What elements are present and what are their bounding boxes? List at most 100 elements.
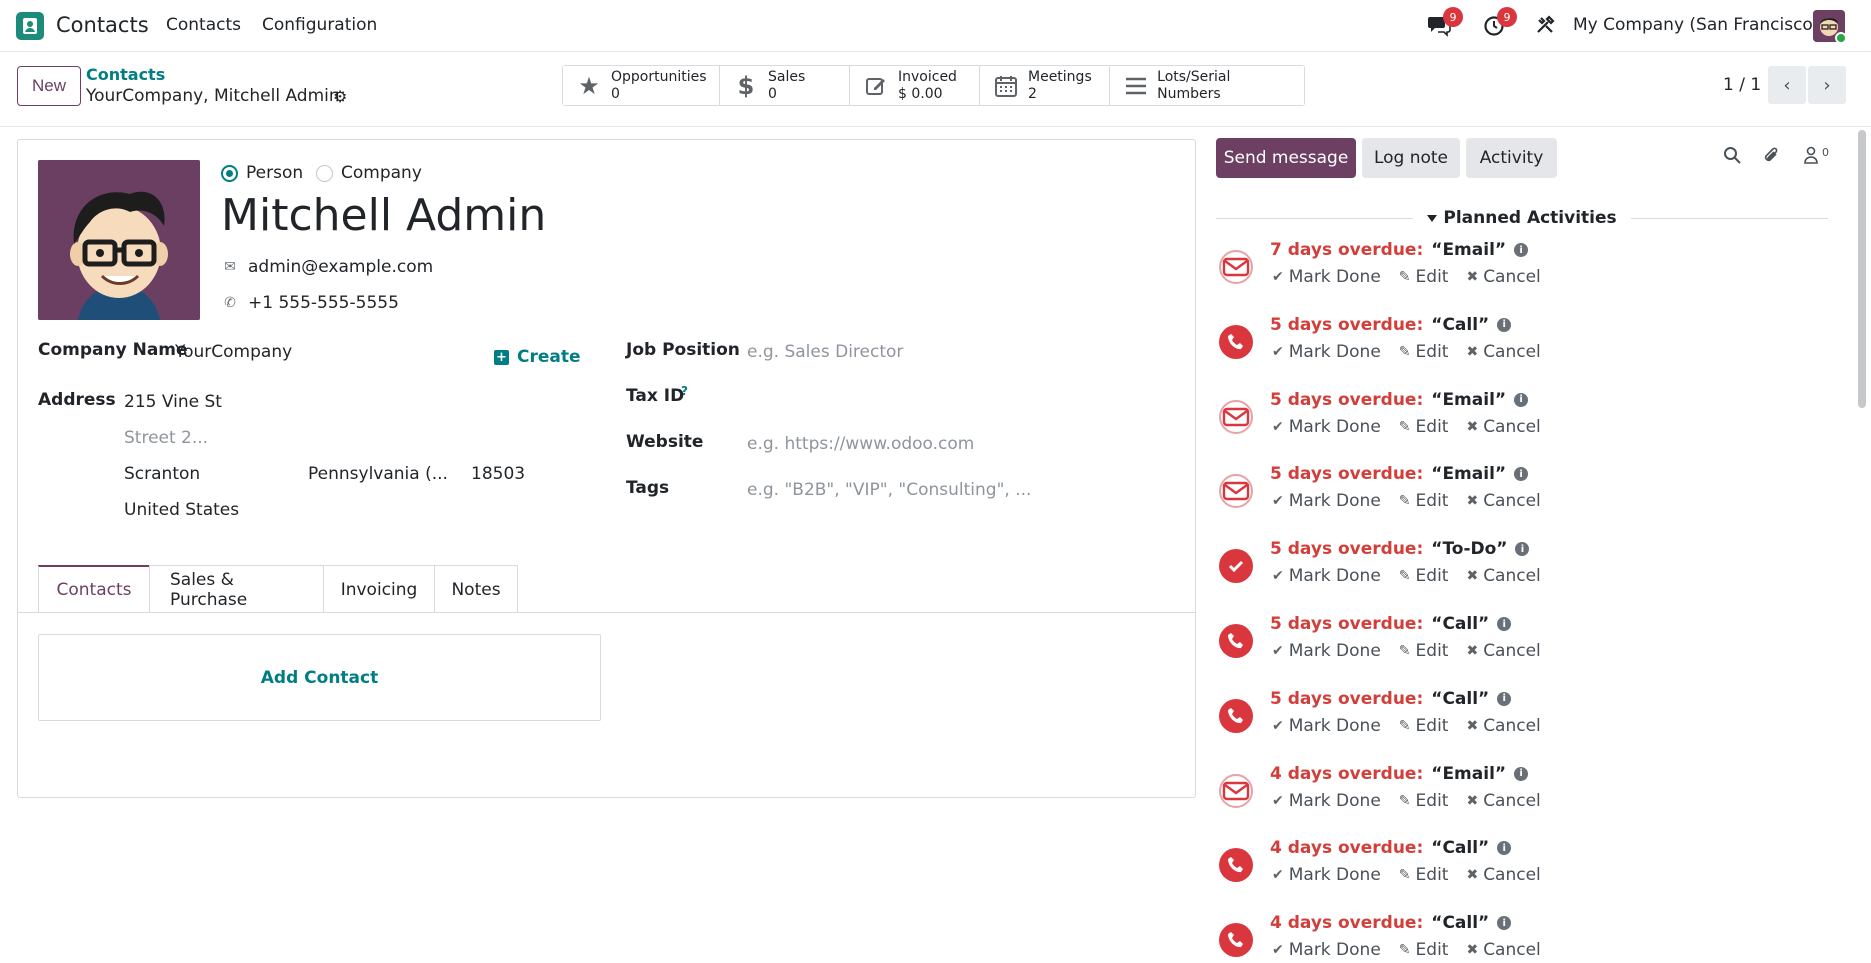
cancel-activity-button[interactable]: ✖ Cancel — [1466, 267, 1540, 287]
meetings-smart-button[interactable]: Meetings 2 — [980, 66, 1110, 105]
radio-company[interactable]: Company — [316, 163, 422, 183]
country-field[interactable]: United States — [124, 500, 239, 520]
cancel-activity-button[interactable]: ✖ Cancel — [1466, 641, 1540, 661]
edit-activity-button[interactable]: ✎ Edit — [1399, 791, 1449, 811]
street2-field[interactable]: Street 2... — [124, 428, 208, 448]
company-name-field[interactable]: YourCompany — [175, 342, 292, 362]
check-icon: ✔ — [1272, 867, 1284, 884]
sales-smart-button[interactable]: $ Sales 0 — [720, 66, 850, 105]
cancel-activity-button[interactable]: ✖ Cancel — [1466, 417, 1540, 437]
edit-activity-button[interactable]: ✎ Edit — [1399, 417, 1449, 437]
log-note-button[interactable]: Log note — [1362, 138, 1460, 178]
street-field[interactable]: 215 Vine St — [124, 392, 222, 412]
tab-notes[interactable]: Notes — [434, 565, 518, 613]
add-contact-button[interactable]: Add Contact — [38, 634, 601, 721]
tab-invoicing[interactable]: Invoicing — [323, 565, 435, 613]
menu-configuration[interactable]: Configuration — [262, 15, 377, 35]
edit-activity-button[interactable]: ✎ Edit — [1399, 342, 1449, 362]
edit-activity-button[interactable]: ✎ Edit — [1399, 491, 1449, 511]
info-icon[interactable]: i — [1514, 392, 1529, 407]
new-button[interactable]: New — [17, 66, 81, 106]
info-icon[interactable]: i — [1497, 916, 1512, 931]
website-field[interactable]: e.g. https://www.odoo.com — [747, 434, 974, 454]
debug-tools-button[interactable] — [1535, 15, 1555, 35]
page-scrollbar[interactable] — [1858, 130, 1866, 408]
mark-done-button[interactable]: ✔ Mark Done — [1272, 865, 1381, 885]
info-icon[interactable]: i — [1497, 317, 1512, 332]
mark-done-button[interactable]: ✔ Mark Done — [1272, 491, 1381, 511]
mark-done-button[interactable]: ✔ Mark Done — [1272, 417, 1381, 437]
contact-name-field[interactable]: Mitchell Admin — [221, 190, 546, 241]
info-icon[interactable]: i — [1497, 691, 1512, 706]
info-icon[interactable]: i — [1515, 542, 1530, 557]
tags-field[interactable]: e.g. "B2B", "VIP", "Consulting", ... — [747, 480, 1031, 500]
record-actions-gear-icon[interactable]: ⚙ — [333, 87, 347, 106]
edit-activity-button[interactable]: ✎ Edit — [1399, 267, 1449, 287]
mark-done-button[interactable]: ✔ Mark Done — [1272, 342, 1381, 362]
activity-actions: ✔ Mark Done ✎ Edit ✖ Cancel — [1272, 791, 1541, 811]
edit-activity-button[interactable]: ✎ Edit — [1399, 940, 1449, 960]
mark-done-button[interactable]: ✔ Mark Done — [1272, 566, 1381, 586]
activities-button[interactable]: 9 — [1483, 7, 1517, 37]
mark-done-button[interactable]: ✔ Mark Done — [1272, 267, 1381, 287]
cancel-activity-button[interactable]: ✖ Cancel — [1466, 566, 1540, 586]
info-icon[interactable]: i — [1514, 243, 1529, 257]
contact-avatar-image[interactable] — [38, 160, 200, 320]
mark-done-button[interactable]: ✔ Mark Done — [1272, 641, 1381, 661]
contacts-app-icon[interactable] — [16, 12, 44, 40]
close-icon: ✖ — [1466, 269, 1479, 285]
cancel-activity-button[interactable]: ✖ Cancel — [1466, 791, 1540, 811]
edit-activity-button[interactable]: ✎ Edit — [1399, 716, 1449, 736]
tax-id-help-tooltip[interactable]: ? — [681, 384, 688, 398]
edit-activity-button[interactable]: ✎ Edit — [1399, 865, 1449, 885]
divider-line — [1630, 217, 1828, 219]
close-icon: ✖ — [1466, 792, 1479, 809]
opportunities-smart-button[interactable]: ★ Opportunities 0 — [563, 66, 720, 105]
mark-done-button[interactable]: ✔ Mark Done — [1272, 791, 1381, 811]
user-avatar[interactable] — [1813, 10, 1845, 42]
cancel-activity-button[interactable]: ✖ Cancel — [1466, 342, 1540, 362]
city-field[interactable]: Scranton — [124, 464, 200, 484]
pager-previous-button[interactable]: ‹ — [1768, 66, 1806, 104]
edit-activity-button[interactable]: ✎ Edit — [1399, 566, 1449, 586]
followers-count: 0 — [1822, 146, 1829, 159]
tab-contacts[interactable]: Contacts — [38, 565, 150, 613]
paperclip-icon[interactable] — [1763, 146, 1781, 169]
cancel-activity-button[interactable]: ✖ Cancel — [1466, 940, 1540, 960]
check-icon: ✔ — [1272, 343, 1284, 360]
zip-field[interactable]: 18503 — [471, 464, 525, 484]
activity-button[interactable]: Activity — [1466, 138, 1557, 178]
messages-button[interactable]: 9 — [1427, 7, 1463, 37]
chatter-toolbar: 0 — [1723, 146, 1829, 169]
planned-activities-toggle[interactable]: Planned Activities — [1413, 208, 1630, 228]
info-icon[interactable]: i — [1497, 617, 1512, 631]
info-icon[interactable]: i — [1514, 467, 1529, 482]
menu-contacts[interactable]: Contacts — [166, 15, 241, 35]
mark-done-button[interactable]: ✔ Mark Done — [1272, 716, 1381, 736]
followers-button[interactable]: 0 — [1803, 146, 1829, 169]
radio-person[interactable]: Person — [221, 163, 303, 183]
cancel-activity-button[interactable]: ✖ Cancel — [1466, 716, 1540, 736]
send-message-button[interactable]: Send message — [1216, 138, 1356, 178]
job-position-field[interactable]: e.g. Sales Director — [747, 342, 903, 362]
edit-activity-button[interactable]: ✎ Edit — [1399, 641, 1449, 661]
planned-activities-header[interactable]: Planned Activities — [1216, 207, 1828, 229]
app-name[interactable]: Contacts — [56, 13, 149, 37]
search-icon[interactable] — [1723, 146, 1741, 169]
lots-serial-numbers-smart-button[interactable]: Lots/Serial Numbers — [1110, 66, 1304, 105]
breadcrumb-contacts-link[interactable]: Contacts — [86, 65, 165, 84]
pager-next-button[interactable]: › — [1808, 66, 1846, 104]
invoiced-smart-button[interactable]: Invoiced $ 0.00 — [850, 66, 980, 105]
company-switcher[interactable]: My Company (San Francisco) — [1573, 15, 1819, 35]
info-icon[interactable]: i — [1514, 766, 1529, 781]
mark-done-button[interactable]: ✔ Mark Done — [1272, 940, 1381, 960]
tab-sales-purchase[interactable]: Sales & Purchase — [149, 565, 324, 613]
email-field[interactable]: admin@example.com — [248, 257, 433, 277]
create-company-button[interactable]: + Create — [494, 347, 581, 367]
pager-value[interactable]: 1 / 1 — [1723, 75, 1761, 95]
state-field[interactable]: Pennsylvania (... — [308, 464, 448, 484]
cancel-activity-button[interactable]: ✖ Cancel — [1466, 491, 1540, 511]
phone-field[interactable]: +1 555-555-5555 — [248, 293, 399, 313]
cancel-activity-button[interactable]: ✖ Cancel — [1466, 865, 1540, 885]
info-icon[interactable]: i — [1497, 841, 1512, 856]
